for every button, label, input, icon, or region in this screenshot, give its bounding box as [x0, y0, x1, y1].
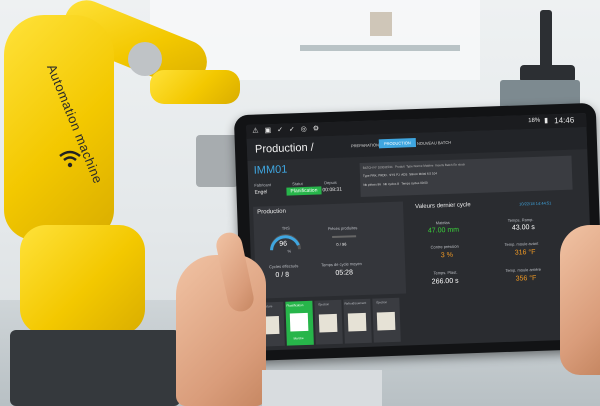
trs-unit: %	[287, 248, 292, 254]
cycle-item-label: Temps. Plast.	[433, 269, 458, 276]
ejection-icon	[318, 313, 338, 333]
pieces-value: 0 / 96	[336, 241, 347, 247]
cycle-item-value: 356 °F	[515, 274, 537, 283]
cycles-label: Cycles effectués	[269, 263, 299, 270]
tab-production[interactable]: PRODUCTION	[378, 138, 416, 149]
batch-row: BATCH N° 103011534 Produit Type Norme Ma…	[362, 162, 465, 170]
battery-icon: ▮	[544, 117, 549, 125]
cycle-item-value: 43.00 s	[511, 223, 536, 232]
notification-icons: ⚠ ▣ ✓ ✓ ◎ ⚙	[252, 125, 322, 135]
production-title: Production	[257, 208, 287, 216]
fabricant-value: Engel	[254, 189, 268, 196]
batch-row: Type PRK. PRDD. SYS PJ ADS Silicon Métal…	[362, 171, 438, 178]
sleeve	[262, 370, 382, 406]
background-shelf	[300, 45, 460, 51]
cycles-value: 0 / 8	[275, 271, 290, 280]
cycle-item-label: Temps. Ramp.	[507, 217, 534, 223]
cycle-item-label: Matelas	[435, 219, 450, 226]
cycle-date: 10/22/18 14:44:51	[518, 200, 552, 207]
cycle-item-value: 3 %	[440, 251, 454, 260]
tablet-screen: ⚠ ▣ ✓ ✓ ◎ ⚙ 18% ▮ 14:46 Production / PRE…	[246, 113, 594, 351]
battery-level: 18%	[528, 117, 541, 125]
cycle-item-value: 316 °F	[514, 248, 536, 257]
robot-base	[20, 225, 145, 335]
wifi-icon	[59, 150, 81, 168]
cycle-item-value: 266.00 s	[431, 277, 459, 286]
robot-forearm	[150, 70, 240, 104]
cycle-item-label: Temp. moule avant	[504, 240, 539, 248]
step-ejection[interactable]: Éjection	[314, 299, 343, 345]
statut-label: Statut	[292, 181, 303, 187]
cooling-icon	[347, 312, 367, 332]
clock-time: 14:46	[554, 115, 575, 126]
step-plastification[interactable]: Plastification Marche	[285, 300, 314, 346]
trs-value: 96	[279, 240, 288, 248]
left-hand	[176, 255, 266, 406]
background-machine-right	[500, 10, 580, 110]
temps-value: 05:28	[335, 269, 354, 277]
tab-nouveau-batch[interactable]: NOUVEAU BATCH	[417, 140, 451, 146]
machine-name: IMM01	[253, 163, 288, 177]
temps-label: Temps de cycle moyen	[321, 261, 362, 268]
depuis-label: Depuis	[324, 179, 337, 186]
depuis-value: 00:08:31	[322, 186, 343, 194]
step-ejection-2[interactable]: Éjection	[372, 297, 401, 343]
page-title: Production /	[254, 141, 314, 156]
cycle-title: Valeurs dernier cycle	[415, 202, 471, 211]
robot-body	[4, 15, 114, 240]
process-steps: Fermeture Plastification Marche Éjection…	[256, 297, 408, 348]
production-panel: Production TRS 96 % Cycles effectués 0 /…	[253, 201, 407, 299]
cycle-item-label: Temp. moule arrière	[505, 266, 542, 274]
batch-row: Nb pièces 96 Nb cycles 8 Temps cycles 00…	[363, 180, 428, 187]
background-box	[370, 12, 392, 36]
fabricant-label: Fabricant	[254, 182, 272, 188]
robot-gripper	[196, 135, 238, 187]
right-hand	[560, 225, 600, 375]
cycle-item-label: Contre pression	[430, 243, 459, 250]
step-refroidissement[interactable]: Refroidissement	[343, 298, 372, 344]
pieces-label: Pièces produites	[327, 225, 358, 232]
robot-joint	[128, 42, 162, 76]
ejection-icon	[376, 311, 396, 331]
cycle-item-value: 47.00 mm	[427, 226, 460, 235]
pieces-progress	[332, 235, 357, 239]
status-badge: Planification	[286, 186, 322, 196]
tab-preparation[interactable]: PREPARATION	[351, 142, 379, 148]
robot-pedestal	[10, 330, 180, 406]
plastification-icon	[289, 312, 309, 332]
tablet-device: ⚠ ▣ ✓ ✓ ◎ ⚙ 18% ▮ 14:46 Production / PRE…	[233, 102, 600, 362]
